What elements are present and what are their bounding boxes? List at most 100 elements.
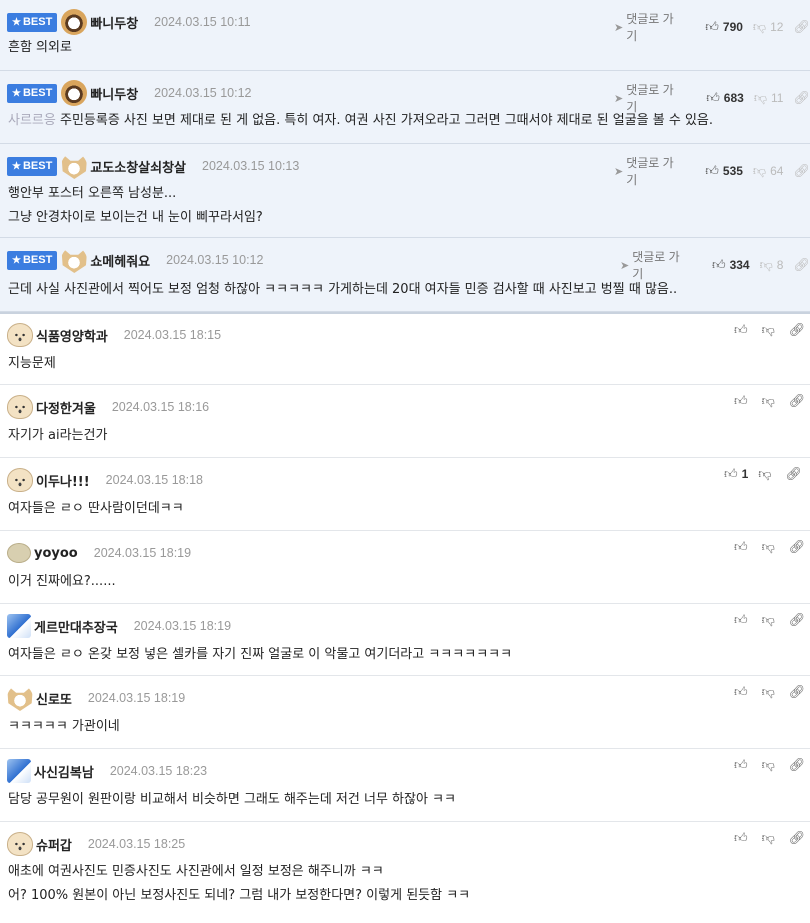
downvote-button[interactable]: 👎︎ (758, 466, 775, 482)
upvote-button[interactable]: 👍︎ (734, 393, 752, 409)
best-badge: ★ BEST (7, 83, 58, 103)
upvote-button[interactable]: 👍︎ (734, 684, 752, 700)
link-icon: 🔗︎ (788, 539, 806, 554)
thumbs-up-icon: 👍︎ (734, 830, 748, 845)
upvote-button[interactable]: 👍︎ (734, 539, 752, 555)
best-badge: ★ BEST (7, 250, 58, 270)
nickname[interactable]: 이두나!!! (36, 471, 90, 490)
thumbs-up-icon: 👍︎ (705, 19, 719, 34)
nickname[interactable]: 게르만대추장국 (34, 617, 118, 636)
share-link-button[interactable]: 🔗︎ (789, 684, 806, 700)
upvote-button[interactable]: 👍︎ 1 (724, 466, 748, 482)
avatar[interactable] (7, 614, 31, 638)
thumbs-down-icon: 👎︎ (761, 539, 775, 554)
avatar[interactable] (7, 543, 31, 563)
comment-body: 여자들은 ㄹㅇ 딴사람이던데ㅋㅋ (8, 501, 184, 516)
share-link-button[interactable]: 🔗︎ (793, 163, 810, 179)
thumbs-up-icon: 👍︎ (734, 322, 748, 337)
avatar[interactable] (7, 395, 33, 419)
comment-date: 2024.03.15 18:15 (123, 328, 222, 342)
avatar[interactable] (7, 468, 33, 492)
comment: yoyoo 2024.03.15 18:19 👍︎ 👎︎ 🔗︎ 이거 진짜에요?… (0, 531, 810, 604)
downvote-button[interactable]: 👎︎ (762, 757, 779, 773)
upvote-button[interactable]: 👍︎ (734, 612, 752, 628)
avatar[interactable] (61, 247, 88, 273)
go-to-reply-link[interactable]: ➤ 댓글로 가기 (620, 248, 690, 282)
nickname[interactable]: 빠니두창 (90, 84, 138, 103)
comment-body: 여자들은 ㄹㅇ 온갖 보정 넣은 셀카를 자기 진짜 얼굴로 이 악물고 여기더… (8, 647, 513, 662)
link-icon: 🔗︎ (793, 257, 810, 272)
share-link-button[interactable]: 🔗︎ (785, 466, 802, 482)
downvote-button[interactable]: 👎︎ 64 (753, 163, 784, 179)
share-link-button[interactable]: 🔗︎ (789, 322, 806, 338)
upvote-button[interactable]: 👍︎ (734, 830, 752, 846)
link-icon: 🔗︎ (793, 90, 810, 105)
downvote-button[interactable]: 👎︎ (762, 612, 779, 628)
thumbs-down-icon: 👎︎ (759, 257, 773, 272)
avatar[interactable] (7, 323, 33, 347)
downvote-button[interactable]: 👎︎ (762, 393, 779, 409)
comment-body: 사르르응 주민등록증 사진 보면 제대로 된 게 없음. 특히 여자. 여권 사… (8, 113, 714, 128)
downvote-button[interactable]: 👎︎ (762, 322, 779, 338)
share-link-button[interactable]: 🔗︎ (793, 90, 810, 106)
share-link-button[interactable]: 🔗︎ (789, 539, 806, 555)
comment-date: 2024.03.15 18:19 (93, 546, 192, 560)
comment-body: 자기가 ai라는건가 (8, 428, 108, 443)
avatar[interactable] (61, 80, 88, 106)
downvote-button[interactable]: 👎︎ 12 (753, 19, 784, 35)
link-icon: 🔗︎ (785, 466, 802, 481)
go-to-reply-link[interactable]: ➤ 댓글로 가기 (614, 10, 683, 44)
link-icon: 🔗︎ (788, 830, 806, 845)
thumbs-down-icon: 👎︎ (761, 322, 775, 337)
share-link-button[interactable]: 🔗︎ (793, 19, 810, 35)
best-comment: ★ BEST 쇼메헤줘요 2024.03.15 10:12 ➤ 댓글로 가기 👍︎ 3… (0, 238, 810, 312)
downvote-button[interactable]: 👎︎ (762, 539, 779, 555)
nickname[interactable]: 다정한겨울 (36, 398, 96, 417)
upvote-button[interactable]: 👍︎ 535 (705, 163, 743, 179)
share-link-button[interactable]: 🔗︎ (789, 830, 806, 846)
comment-header: ★ BEST 쇼메헤줘요 2024.03.15 10:12 (7, 247, 263, 273)
comment: 사신김복남 2024.03.15 18:23 👍︎ 👎︎ 🔗︎ 담당 공무원이 … (0, 749, 810, 822)
thumbs-down-icon: 👎︎ (761, 757, 775, 772)
thumbs-up-icon: 👍︎ (711, 257, 726, 272)
nickname[interactable]: 식품영양학과 (36, 326, 108, 345)
thumbs-down-icon: 👎︎ (758, 466, 772, 481)
nickname[interactable]: 빠니두창 (90, 13, 138, 32)
downvote-button[interactable]: 👎︎ 11 (754, 90, 784, 106)
downvote-button[interactable]: 👎︎ 8 (760, 257, 784, 273)
upvote-button[interactable]: 👍︎ (734, 757, 752, 773)
avatar[interactable] (7, 685, 33, 711)
share-link-button[interactable]: 🔗︎ (789, 612, 806, 628)
nickname[interactable]: 사신김복남 (34, 762, 94, 781)
comment-header: 사신김복남 2024.03.15 18:23 (7, 759, 207, 783)
nickname[interactable]: 교도소창살쇠창살 (90, 157, 186, 176)
upvote-button[interactable]: 👍︎ 334 (712, 257, 750, 273)
reply-target[interactable]: 사르르응 (8, 113, 56, 128)
share-link-button[interactable]: 🔗︎ (789, 393, 806, 409)
comment-actions: ➤ 댓글로 가기 👍︎ 334 👎︎ 8 🔗︎ (620, 248, 810, 282)
avatar[interactable] (7, 832, 33, 856)
comment-actions: 👍︎ 1 👎︎ 🔗︎ (714, 466, 802, 482)
nickname[interactable]: yoyoo (34, 546, 78, 561)
go-to-reply-link[interactable]: ➤ 댓글로 가기 (614, 154, 683, 188)
link-icon: 🔗︎ (793, 19, 810, 34)
reply-arrow-icon: ➤ (614, 21, 624, 34)
avatar[interactable] (61, 9, 88, 35)
star-icon: ★ (12, 160, 21, 172)
avatar[interactable] (61, 153, 88, 179)
upvote-button[interactable]: 👍︎ 790 (705, 19, 743, 35)
share-link-button[interactable]: 🔗︎ (789, 757, 806, 773)
downvote-button[interactable]: 👎︎ (762, 684, 779, 700)
best-comment: ★ BEST 빠니두창 2024.03.15 10:11 ➤ 댓글로 가기 👍︎ 79… (0, 0, 810, 71)
nickname[interactable]: 쇼메헤줘요 (90, 251, 150, 270)
nickname[interactable]: 슈퍼갑 (36, 835, 72, 854)
share-link-button[interactable]: 🔗︎ (793, 257, 810, 273)
comment: 다정한겨울 2024.03.15 18:16 👍︎ 👎︎ 🔗︎ 자기가 ai라는… (0, 385, 810, 458)
nickname[interactable]: 신로또 (36, 689, 72, 708)
avatar[interactable] (7, 759, 31, 783)
link-icon: 🔗︎ (788, 757, 806, 772)
comment: 신로또 2024.03.15 18:19 👍︎ 👎︎ 🔗︎ ㅋㅋㅋㅋㅋ 가관이네 (0, 676, 810, 749)
downvote-button[interactable]: 👎︎ (762, 830, 779, 846)
upvote-button[interactable]: 👍︎ 683 (706, 90, 744, 106)
upvote-button[interactable]: 👍︎ (734, 322, 752, 338)
